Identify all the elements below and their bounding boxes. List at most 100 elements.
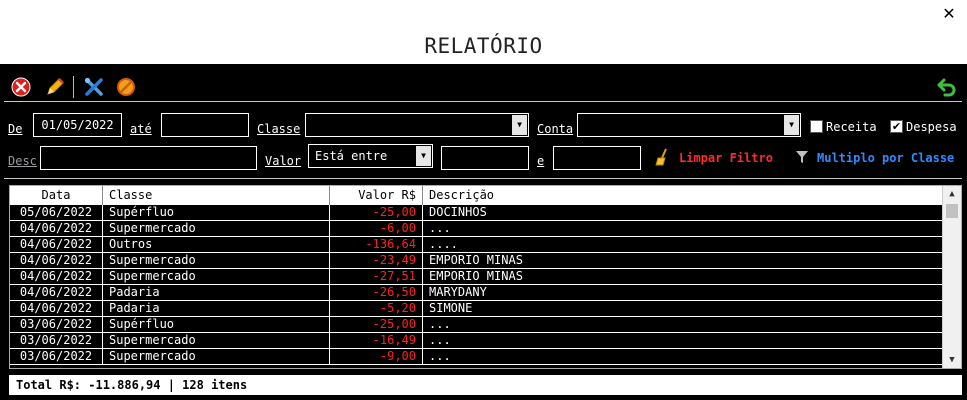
table-row[interactable]: 04/06/2022 Supermercado -23,49 EMPORIO MINA…	[10, 253, 942, 269]
despesa-checkbox-box[interactable]: ✔	[890, 120, 903, 133]
valor-operator-select[interactable]: Está entre ▼	[308, 144, 433, 168]
filter-icon[interactable]	[795, 150, 809, 164]
date-to-field[interactable]	[161, 113, 249, 137]
table-row[interactable]: 05/06/2022 Supérfluo -25,00 DOCINHOS	[10, 205, 942, 221]
cell-data: 03/06/2022	[10, 317, 103, 332]
cell-descricao: SIMONE	[429, 301, 473, 315]
cell-data: 04/06/2022	[10, 285, 103, 300]
cell-valor: -16,49	[330, 333, 423, 348]
conta-label: Conta	[537, 122, 574, 136]
table-row[interactable]: 04/06/2022 Supermercado -27,51 EMPORIO MINA…	[10, 269, 942, 285]
cell-data: 04/06/2022	[10, 253, 103, 268]
pencil-icon	[47, 78, 64, 95]
table-body: 05/06/2022 Supérfluo -25,00 DOCINHOS 04/06/…	[10, 205, 942, 365]
table-row[interactable]: 04/06/2022 Padaria -26,50 MARYDANY	[10, 285, 942, 301]
cell-classe: Outros	[103, 237, 330, 252]
vertical-scrollbar[interactable]: ▲ ▼	[942, 186, 961, 368]
column-header-valor[interactable]: Valor R$	[330, 186, 423, 205]
cell-descricao: ...	[429, 317, 451, 331]
status-bar: Total R$: -11.886,94 | 128 itens	[9, 375, 962, 395]
column-header-classe[interactable]: Classe	[103, 186, 330, 205]
page-title: RELATÓRIO	[424, 34, 543, 58]
divider	[4, 178, 962, 179]
chevron-down-icon[interactable]: ▼	[784, 115, 799, 135]
valor-to-field[interactable]	[553, 146, 641, 170]
cell-data: 04/06/2022	[10, 269, 103, 284]
cell-classe: Supermercado	[103, 253, 330, 268]
cell-descricao: MARYDANY	[429, 285, 487, 299]
column-header-data[interactable]: Data	[10, 186, 103, 205]
tools-button[interactable]	[83, 76, 105, 98]
back-button[interactable]	[936, 76, 958, 98]
cell-descricao: DOCINHOS	[429, 205, 487, 219]
valor-label: Valor	[265, 154, 302, 168]
cell-descricao: ...	[429, 349, 451, 363]
desc-label: Desc	[8, 154, 37, 168]
cell-classe: Supermercado	[103, 349, 330, 364]
receita-checkbox[interactable]: Receita	[810, 120, 880, 136]
chevron-down-icon[interactable]: ▼	[416, 146, 431, 166]
ate-label: até	[130, 122, 152, 136]
toolbar-separator	[73, 76, 74, 98]
date-from-field[interactable]: 01/05/2022	[33, 113, 122, 137]
cell-valor: -27,51	[330, 269, 423, 284]
cell-data: 04/06/2022	[10, 221, 103, 236]
cell-classe: Supermercado	[103, 269, 330, 284]
prohibited-icon	[117, 78, 135, 96]
cell-classe: Supérfluo	[103, 317, 330, 332]
table-row[interactable]: 03/06/2022 Supermercado -9,00...	[10, 349, 942, 365]
e-label: e	[537, 154, 545, 168]
table-row[interactable]: 03/06/2022 Supérfluo -25,00...	[10, 317, 942, 333]
cell-classe: Supermercado	[103, 221, 330, 236]
block-button[interactable]	[115, 76, 137, 98]
wrench-screwdriver-icon	[84, 77, 103, 96]
table-header: Data Classe Valor R$ Descrição	[10, 186, 942, 205]
red-circle-x-icon	[11, 77, 31, 97]
table-row[interactable]: 03/06/2022 Supermercado -16,49...	[10, 333, 942, 349]
de-label: De	[8, 122, 23, 136]
valor-operator-value: Está entre	[315, 149, 388, 163]
report-panel: De 01/05/2022 até Classe ▼ Conta ▼ Recei…	[0, 64, 967, 400]
scroll-down-icon[interactable]: ▼	[943, 352, 961, 368]
broom-icon[interactable]	[655, 148, 671, 166]
cell-classe: Supermercado	[103, 333, 330, 348]
delete-button[interactable]	[10, 76, 32, 98]
cell-descricao: EMPORIO MINAS	[429, 269, 523, 283]
table-row[interactable]: 04/06/2022 Padaria -5,20 SIMONE	[10, 301, 942, 317]
cell-descricao: ...	[429, 221, 451, 235]
cell-data: 04/06/2022	[10, 237, 103, 252]
despesa-checkbox-label: Despesa	[906, 120, 957, 134]
close-button[interactable]: ✕	[939, 4, 959, 24]
report-table[interactable]: Data Classe Valor R$ Descrição 05/06/202…	[9, 185, 962, 369]
cell-classe: Supérfluo	[103, 205, 330, 220]
despesa-checkbox[interactable]: ✔ Despesa	[890, 120, 962, 136]
scroll-up-icon[interactable]: ▲	[943, 186, 961, 202]
filters-panel: De 01/05/2022 até Classe ▼ Conta ▼ Recei…	[0, 102, 967, 177]
cell-descricao: ...	[429, 333, 451, 347]
cell-valor: -25,00	[330, 205, 423, 220]
limpar-filtro-button[interactable]: Limpar Filtro	[679, 151, 773, 165]
cell-data: 04/06/2022	[10, 301, 103, 316]
edit-button[interactable]	[44, 76, 66, 98]
conta-select[interactable]: ▼	[577, 113, 801, 137]
scrollbar-thumb[interactable]	[946, 204, 958, 218]
desc-field[interactable]	[40, 146, 257, 170]
cell-data: 03/06/2022	[10, 349, 103, 364]
column-header-descricao[interactable]: Descrição	[423, 186, 942, 205]
multiplo-por-classe-button[interactable]: Multiplo por Classe	[817, 151, 954, 165]
cell-valor: -136,64	[330, 237, 423, 252]
cell-descricao: ....	[429, 237, 458, 251]
valor-from-field[interactable]	[441, 146, 529, 170]
cell-valor: -5,20	[330, 301, 423, 316]
table-row[interactable]: 04/06/2022 Supermercado -6,00...	[10, 221, 942, 237]
receita-checkbox-box[interactable]	[810, 120, 823, 133]
chevron-down-icon[interactable]: ▼	[512, 115, 527, 135]
cell-valor: -25,00	[330, 317, 423, 332]
table-row[interactable]: 04/06/2022 Outros -136,64....	[10, 237, 942, 253]
cell-descricao: EMPORIO MINAS	[429, 253, 523, 267]
cell-valor: -23,49	[330, 253, 423, 268]
cell-valor: -26,50	[330, 285, 423, 300]
classe-select[interactable]: ▼	[305, 113, 529, 137]
cell-valor: -6,00	[330, 221, 423, 236]
title-bar: ✕ RELATÓRIO	[0, 0, 967, 64]
